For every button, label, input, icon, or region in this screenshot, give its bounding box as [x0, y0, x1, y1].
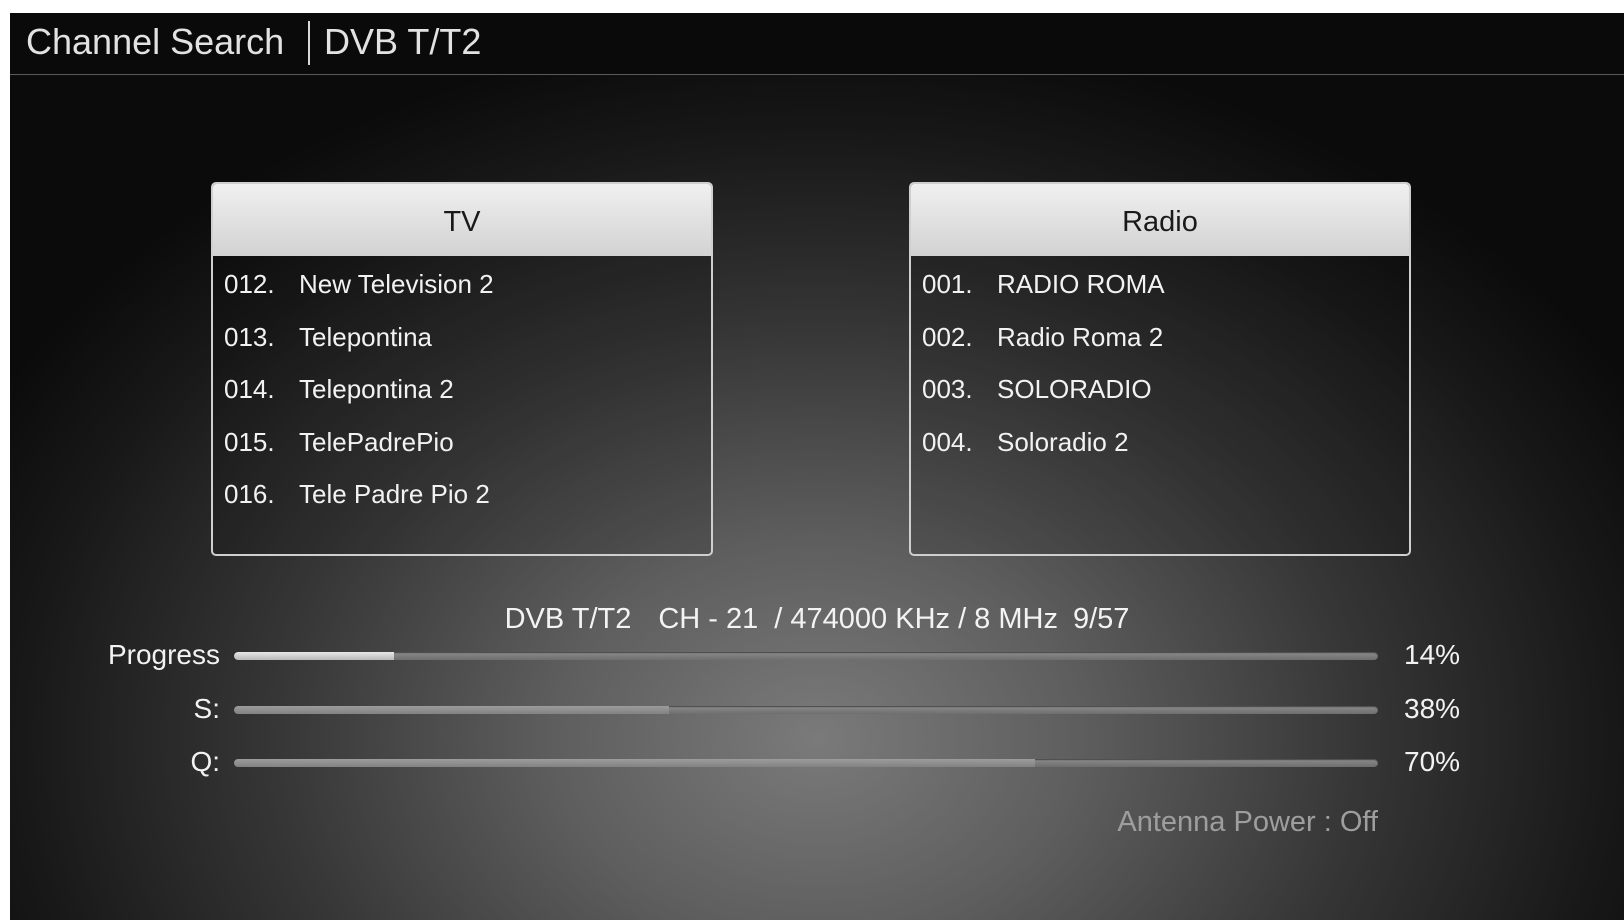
channel-number: 015.	[224, 426, 275, 457]
scan-frequency-info: DVB T/T2 CH - 21 / 474000 KHz / 8 MHz 9/57	[10, 600, 1624, 638]
title-bar: Channel Search DVB T/T2	[10, 13, 1624, 75]
channel-name: Soloradio 2	[997, 426, 1129, 457]
tv-panel-header: TV	[213, 184, 711, 256]
signal-strength-label: S:	[193, 693, 220, 724]
progress-label: Progress	[107, 639, 220, 670]
channel-name: RADIO ROMA	[997, 269, 1165, 299]
signal-quality-label: Q:	[190, 746, 220, 777]
progress-value: 14%	[1404, 639, 1461, 670]
tv-channel-item[interactable]: 015. TelePadrePio	[213, 416, 711, 469]
channel-name: SOLORADIO	[997, 374, 1152, 404]
channel-name: TelePadrePio	[299, 426, 454, 457]
radio-panel-header: Radio	[911, 184, 1409, 256]
channel-number: 001.	[922, 269, 973, 299]
scan-channel: CH - 21	[658, 603, 759, 635]
signal-quality-value: 70%	[1404, 746, 1461, 777]
radio-channel-list: 001. RADIO ROMA 002. Radio Roma 2 003. S…	[911, 258, 1409, 468]
channel-number: 003.	[922, 374, 973, 404]
channel-number: 016.	[224, 479, 275, 509]
page-subtitle: DVB T/T2	[324, 21, 482, 62]
radio-channel-item[interactable]: 002. Radio Roma 2	[911, 311, 1409, 364]
signal-strength-value: 38%	[1404, 693, 1461, 724]
signal-quality-row: Q: 70%	[10, 742, 1624, 782]
scan-system: DVB T/T2	[504, 603, 632, 635]
signal-strength-bar-fill	[234, 706, 669, 714]
page-title: Channel Search	[26, 21, 285, 62]
radio-channel-item[interactable]: 004. Soloradio 2	[911, 416, 1409, 469]
title-divider	[308, 21, 310, 65]
channel-number: 014.	[224, 374, 275, 404]
tv-channel-item[interactable]: 012. New Television 2	[213, 258, 711, 311]
channel-number: 013.	[224, 321, 275, 352]
scan-frequency: / 474000 KHz / 8 MHz	[774, 603, 1058, 635]
channel-number: 004.	[922, 426, 973, 457]
tv-channel-list: 012. New Television 2 013. Telepontina 0…	[213, 258, 711, 521]
channel-number: 012.	[224, 269, 275, 299]
channel-name: Radio Roma 2	[997, 321, 1164, 352]
signal-quality-bar	[234, 759, 1378, 767]
progress-bar-fill	[234, 652, 395, 660]
tv-channel-panel: TV 012. New Television 2 013. Telepontin…	[211, 182, 713, 556]
tv-channel-item[interactable]: 013. Telepontina	[213, 311, 711, 364]
antenna-power-status: Antenna Power : Off	[1117, 806, 1378, 838]
tv-channel-item[interactable]: 014. Telepontina 2	[213, 363, 711, 416]
progress-row: Progress 14%	[10, 635, 1624, 675]
progress-bar	[234, 652, 1378, 660]
signal-strength-row: S: 38%	[10, 689, 1624, 729]
signal-quality-bar-fill	[234, 759, 1035, 767]
channel-name: Telepontina 2	[299, 374, 454, 404]
channel-search-screen: Channel Search DVB T/T2 TV 012. New Tele…	[10, 13, 1624, 920]
channel-name: Telepontina	[299, 321, 432, 352]
radio-channel-item[interactable]: 001. RADIO ROMA	[911, 258, 1409, 311]
tv-channel-item[interactable]: 016. Tele Padre Pio 2	[213, 468, 711, 521]
radio-channel-panel: Radio 001. RADIO ROMA 002. Radio Roma 2 …	[909, 182, 1411, 556]
channel-number: 002.	[922, 321, 973, 352]
channel-name: Tele Padre Pio 2	[299, 479, 490, 509]
channel-name: New Television 2	[299, 269, 494, 299]
scan-count: 9/57	[1072, 603, 1130, 635]
radio-channel-item[interactable]: 003. SOLORADIO	[911, 363, 1409, 416]
signal-strength-bar	[234, 706, 1378, 714]
